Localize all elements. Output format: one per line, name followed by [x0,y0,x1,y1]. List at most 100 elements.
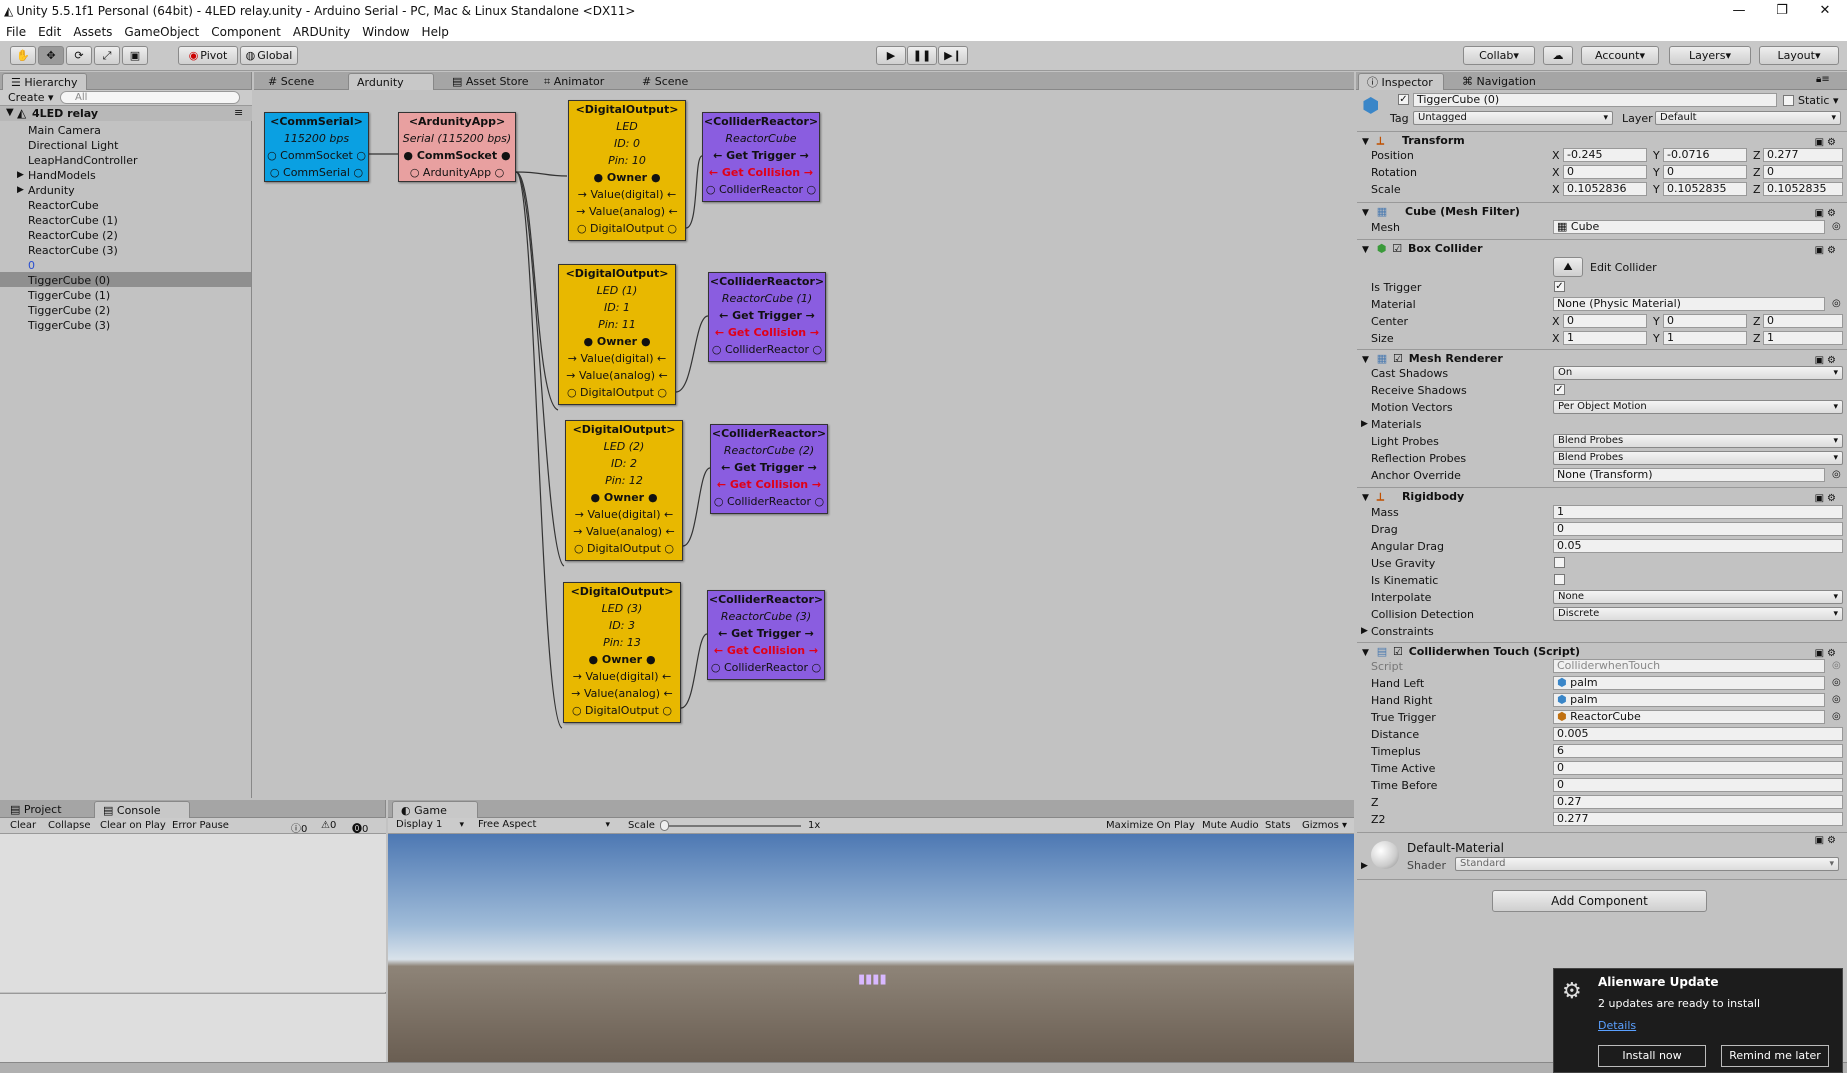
script-header[interactable]: ▼ ▤ ☑ Colliderwhen Touch (Script) ▣⚙ [1357,642,1847,660]
notification-details-link[interactable]: Details [1598,1019,1636,1032]
tab-game[interactable]: ◐ Game [392,801,478,818]
node-port-value-digital[interactable]: → Value(digital) ← [569,186,685,203]
size-z-input[interactable]: 1 [1763,331,1843,345]
menu-gameobject[interactable]: GameObject [118,25,205,39]
console-collapse-button[interactable]: Collapse [48,820,91,831]
node-port-owner[interactable]: ● Owner ● [564,651,680,668]
display-dropdown[interactable]: Display 1 [392,819,468,833]
node-port-output[interactable]: ○ ColliderReactor ○ [708,659,824,676]
node-port-collision[interactable]: ← Get Collision → [708,642,824,659]
position-y-input[interactable]: -0.0716 [1663,148,1747,162]
use-gravity-checkbox[interactable] [1554,557,1565,568]
node-port-trigger[interactable]: ← Get Trigger → [709,307,825,324]
size-x-input[interactable]: 1 [1563,331,1647,345]
hierarchy-item[interactable]: Main Camera [28,124,101,137]
node-port-output[interactable]: ○ DigitalOutput ○ [566,540,682,557]
colliderreactor-node[interactable]: <ColliderReactor> ReactorCube (1) ← Get … [708,272,826,362]
hierarchy-item-selected[interactable]: TiggerCube (0) [28,274,110,287]
colliderreactor-node[interactable]: <ColliderReactor> ReactorCube ← Get Trig… [702,112,820,202]
boxcollider-enabled-checkbox[interactable]: ☑ [1392,242,1402,255]
info-count-toggle[interactable]: ⓘ0 [291,820,307,835]
rotate-tool-icon[interactable]: ⟳ [66,46,92,65]
object-picker-icon[interactable]: ◎ [1832,711,1841,722]
ardunityapp-node[interactable]: <ArdunityApp> Serial (115200 bps) ● Comm… [398,112,516,182]
node-port-value-digital[interactable]: → Value(digital) ← [566,506,682,523]
light-probes-dropdown[interactable]: Blend Probes [1553,434,1843,448]
scale-x-input[interactable]: 0.1052836 [1563,182,1647,196]
layers-dropdown[interactable]: Layers ▾ [1669,46,1751,65]
account-dropdown[interactable]: Account ▾ [1581,46,1659,65]
scene-expand-icon[interactable]: ▼ [6,107,14,118]
scale-slider-handle[interactable] [660,820,669,831]
warning-count-toggle[interactable]: ⚠0 [321,820,336,831]
digitaloutput-node[interactable]: <DigitalOutput> LED (3) ID: 3 Pin: 13 ● … [563,582,681,723]
is-kinematic-checkbox[interactable] [1554,574,1565,585]
rotation-z-input[interactable]: 0 [1763,165,1843,179]
node-port-owner[interactable]: ● Owner ● [569,169,685,186]
global-toggle[interactable]: ◍ Global [240,46,298,65]
install-now-button[interactable]: Install now [1598,1045,1706,1067]
node-port-value-analog[interactable]: → Value(analog) ← [569,203,685,220]
script-enabled-checkbox[interactable]: ☑ [1393,645,1403,658]
tab-project[interactable]: ▤ Project [2,801,70,818]
console-clear-on-play-button[interactable]: Clear on Play [100,820,166,831]
rect-tool-icon[interactable]: ▣ [122,46,148,65]
foldout-icon[interactable]: ▼ [1362,137,1369,147]
node-port-trigger[interactable]: ← Get Trigger → [703,147,819,164]
angular-drag-input[interactable]: 0.05 [1553,539,1843,553]
digitaloutput-node[interactable]: <DigitalOutput> LED ID: 0 Pin: 10 ● Owne… [568,100,686,241]
size-y-input[interactable]: 1 [1663,331,1747,345]
hierarchy-item[interactable]: ReactorCube (2) [28,229,118,242]
node-port-collision[interactable]: ← Get Collision → [709,324,825,341]
create-button[interactable]: Create ▾ [8,91,54,104]
node-port-collision[interactable]: ← Get Collision → [711,476,827,493]
node-port-value-digital[interactable]: → Value(digital) ← [559,350,675,367]
materials-foldout[interactable]: Materials [1371,418,1421,431]
tab-navigation[interactable]: ⌘ Navigation [1454,73,1544,90]
center-z-input[interactable]: 0 [1763,314,1843,328]
rotation-y-input[interactable]: 0 [1663,165,1747,179]
update-notification[interactable]: ⚙ Alienware Update 2 updates are ready t… [1553,968,1843,1073]
z2-input[interactable]: 0.277 [1553,812,1843,826]
menu-component[interactable]: Component [205,25,287,39]
mesh-object-field[interactable]: ▦ Cube [1553,220,1825,234]
node-port-output[interactable]: ○ ColliderReactor ○ [703,181,819,198]
remind-later-button[interactable]: Remind me later [1721,1045,1829,1067]
hierarchy-item[interactable]: ReactorCube [28,199,99,212]
menu-help[interactable]: Help [416,25,455,39]
z-input[interactable]: 0.27 [1553,795,1843,809]
hierarchy-item[interactable]: ReactorCube (1) [28,214,118,227]
hand-tool-icon[interactable]: ✋ [10,46,36,65]
shader-dropdown[interactable]: Standard [1455,857,1839,871]
expand-arrow-icon[interactable]: ▶ [17,185,24,195]
colliderreactor-node[interactable]: <ColliderReactor> ReactorCube (3) ← Get … [707,590,825,680]
active-checkbox[interactable]: ✓ [1398,94,1409,105]
layout-dropdown[interactable]: Layout ▾ [1759,46,1839,65]
gizmos-dropdown[interactable]: Gizmos ▾ [1302,820,1347,831]
motion-vectors-dropdown[interactable]: Per Object Motion [1553,400,1843,414]
tag-dropdown[interactable]: Untagged [1413,111,1613,125]
console-log-area[interactable] [0,834,386,992]
digitaloutput-node[interactable]: <DigitalOutput> LED (2) ID: 2 Pin: 12 ● … [565,420,683,561]
foldout-icon[interactable]: ▼ [1362,493,1369,503]
commserial-node[interactable]: <CommSerial> 115200 bps ○ CommSocket ○ ○… [264,112,369,182]
stats-button[interactable]: Stats [1265,820,1291,831]
object-picker-icon[interactable]: ◎ [1832,221,1841,232]
minimize-button[interactable]: — [1719,0,1759,22]
hierarchy-item[interactable]: 0 [28,259,35,272]
foldout-icon[interactable]: ▼ [1362,208,1369,218]
layer-dropdown[interactable]: Default [1655,111,1841,125]
colliderreactor-node[interactable]: <ColliderReactor> ReactorCube (2) ← Get … [710,424,828,514]
center-x-input[interactable]: 0 [1563,314,1647,328]
position-x-input[interactable]: -0.245 [1563,148,1647,162]
aspect-dropdown[interactable]: Free Aspect [474,819,614,833]
add-component-button[interactable]: Add Component [1492,890,1707,912]
foldout-icon[interactable]: ▼ [1362,245,1369,255]
lock-icon[interactable]: 🔒︎≡ [1816,74,1830,85]
menu-edit[interactable]: Edit [32,25,67,39]
component-settings-icon[interactable]: ▣⚙ [1815,242,1839,260]
hand-right-field[interactable]: ⬢ palm [1553,693,1825,707]
menu-window[interactable]: Window [356,25,415,39]
physic-material-field[interactable]: None (Physic Material) [1553,297,1825,311]
interpolate-dropdown[interactable]: None [1553,590,1843,604]
